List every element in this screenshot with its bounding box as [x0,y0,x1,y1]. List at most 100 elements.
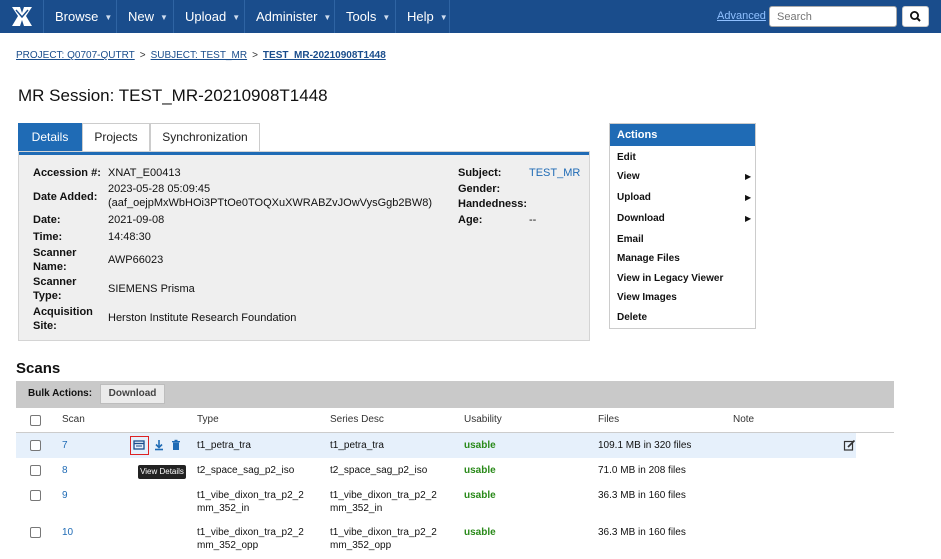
action-download-label: Download [617,213,665,224]
table-row[interactable]: 9 t1_vibe_dixon_tra_p2_2 mm_352_in t1_vi… [16,483,856,519]
date-value: 2021-09-08 [108,214,165,226]
action-email[interactable]: Email [617,234,644,245]
header-usability[interactable]: Usability [464,414,502,425]
action-download[interactable]: Download ▶ [617,213,751,224]
action-email-label: Email [617,234,644,245]
scan-id-link[interactable]: 9 [62,489,68,502]
subject-link[interactable]: TEST_MR [529,166,580,180]
handedness-label: Handedness: [458,198,528,210]
nav-administer[interactable]: Administer ▼ [244,0,334,33]
select-all-checkbox[interactable] [30,415,41,426]
trash-icon[interactable] [170,439,182,451]
tab-synchronization[interactable]: Synchronization [150,123,260,151]
scan-usability: usable [464,527,496,538]
header-files[interactable]: Files [598,414,619,425]
action-view[interactable]: View ▶ [617,171,751,182]
actions-title: Actions [610,124,755,146]
details-panel: Accession #: XNAT_E00413 Date Added: 202… [18,151,590,341]
scan-usability: usable [464,490,496,501]
header-series-desc[interactable]: Series Desc [330,414,384,425]
scan-series-line1: t1_vibe_dixon_tra_p2_2 [330,490,437,501]
search-button[interactable] [902,6,929,27]
scan-series-line2: mm_352_in [330,503,383,514]
row-checkbox[interactable] [30,527,41,538]
bulk-download-button[interactable]: Download [100,384,165,404]
scan-series-desc: t1_vibe_dixon_tra_p2_2 mm_352_opp [330,526,437,552]
scan-type-line1: t1_vibe_dixon_tra_p2_2 [197,527,304,538]
nav-upload-label: Upload [185,9,227,24]
action-edit[interactable]: Edit [617,152,636,163]
view-details-button[interactable] [130,436,149,455]
table-row[interactable]: 8 t2_space_sag_p2_iso t2_space_sag_p2_is… [16,458,856,483]
scanner-name-value: AWP66023 [108,254,164,266]
tab-projects[interactable]: Projects [82,123,150,151]
row-checkbox[interactable] [30,490,41,501]
chevron-down-icon: ▼ [160,13,168,22]
time-value: 14:48:30 [108,231,151,243]
nav-help[interactable]: Help ▼ [395,0,450,33]
action-manage-files[interactable]: Manage Files [617,253,680,264]
scans-heading: Scans [16,360,61,377]
scan-series-line2: mm_352_opp [330,540,392,551]
search-input[interactable] [769,6,897,27]
breadcrumb-separator: > [139,50,146,61]
scan-type: t1_vibe_dixon_tra_p2_2 mm_352_opp [197,526,304,552]
edit-note-icon[interactable] [843,439,856,452]
action-upload[interactable]: Upload ▶ [617,192,751,203]
action-view-legacy-viewer[interactable]: View in Legacy Viewer [617,273,723,284]
date-added-user: (aaf_oejpMxWbHOi3PTtOe0TOQXuXWRABZvJOwVy… [108,197,432,209]
breadcrumb-project[interactable]: PROJECT: Q0707-QUTRT [16,50,135,61]
details-icon [133,440,145,450]
xnat-logo-icon[interactable] [10,5,34,28]
nav-browse[interactable]: Browse ▼ [43,0,116,33]
scan-series-line1: t1_vibe_dixon_tra_p2_2 [330,527,437,538]
header-note[interactable]: Note [733,414,754,425]
table-row[interactable]: 7 t1_petra_tra t1_petra_tra usable 109.1… [16,433,856,458]
nav-tools[interactable]: Tools ▼ [334,0,395,33]
page-title: MR Session: TEST_MR-20210908T1448 [18,86,328,105]
breadcrumb-separator: > [252,50,258,61]
scan-type-line2: mm_352_in [197,503,250,514]
scan-id-link[interactable]: 8 [62,464,68,477]
chevron-down-icon: ▼ [232,13,241,22]
acquisition-site-label-line1: Acquisition [33,306,93,318]
download-icon[interactable] [153,439,165,451]
row-checkbox[interactable] [30,465,41,476]
scan-type-line1: t1_vibe_dixon_tra_p2_2 [197,490,304,501]
header-type[interactable]: Type [197,414,219,425]
nav-administer-label: Administer [256,9,318,24]
chevron-down-icon: ▼ [382,13,391,22]
scanner-type-label: Scanner Type: [33,275,76,303]
nav-new[interactable]: New ▼ [116,0,173,33]
scanner-name-label-line2: Name: [33,261,67,273]
header-scan[interactable]: Scan [62,414,85,425]
tab-details[interactable]: Details [18,123,82,151]
action-view-images[interactable]: View Images [617,292,677,303]
breadcrumb-current[interactable]: TEST_MR-20210908T1448 [263,50,386,61]
scan-series-desc: t1_petra_tra [330,440,384,451]
nav-new-label: New [128,9,155,24]
table-row[interactable]: 10 t1_vibe_dixon_tra_p2_2 mm_352_opp t1_… [16,520,856,556]
action-delete-label: Delete [617,312,648,323]
advanced-search-link[interactable]: Advanced [717,10,766,22]
nav-tools-label: Tools [346,9,377,24]
bulk-actions-label: Bulk Actions: [28,388,93,399]
breadcrumb-subject[interactable]: SUBJECT: TEST_MR [151,50,248,61]
gender-label: Gender: [458,183,501,195]
scan-id-link[interactable]: 10 [62,526,73,539]
scan-id-link[interactable]: 7 [62,439,68,452]
action-manage-files-label: Manage Files [617,253,680,264]
date-added-label: Date Added: [33,191,98,203]
acquisition-site-value: Herston Institute Research Foundation [108,312,297,324]
row-checkbox[interactable] [30,440,41,451]
chevron-down-icon: ▼ [439,13,448,22]
search-icon [909,11,921,22]
scan-files: 36.3 MB in 160 files [598,527,686,538]
scanner-name-label: Scanner Name: [33,246,76,274]
action-delete[interactable]: Delete [617,312,647,323]
acquisition-site-label-line2: Site: [33,320,57,332]
chevron-down-icon: ▼ [104,13,113,22]
nav-upload[interactable]: Upload ▼ [173,0,244,33]
action-edit-label: Edit [617,152,636,163]
accession-value: XNAT_E00413 [108,167,181,179]
